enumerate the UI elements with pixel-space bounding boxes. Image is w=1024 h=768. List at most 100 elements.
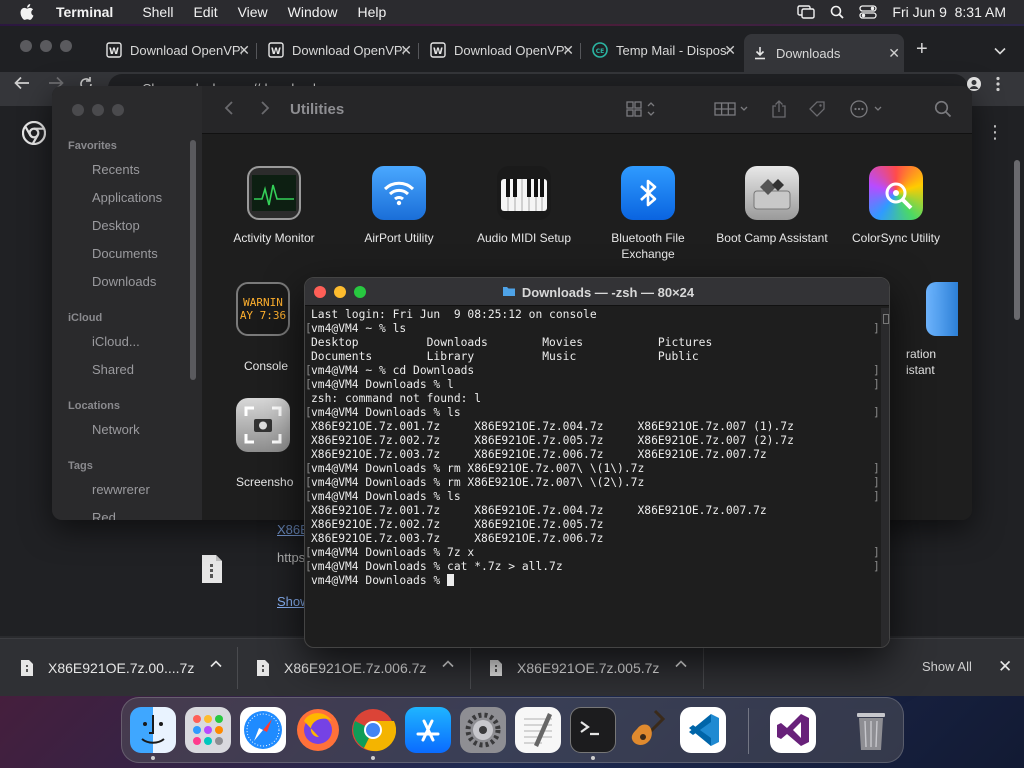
sidebar-section-tags: Tags [68, 460, 93, 472]
menu-window[interactable]: Window [288, 4, 338, 20]
tab-close-icon[interactable]: ✕ [238, 42, 250, 59]
menu-view[interactable]: View [238, 4, 268, 20]
app-activity-monitor[interactable]: Activity Monitor [214, 166, 334, 246]
sidebar-item-shared[interactable]: Shared [76, 362, 134, 377]
control-center-icon[interactable] [859, 5, 878, 19]
tab-openvpn-1[interactable]: W Download OpenVPN ✕ [98, 36, 254, 64]
sidebar-item-tag-red[interactable]: Red [76, 510, 116, 520]
file-icon [256, 659, 270, 677]
tab-openvpn-2[interactable]: W Download OpenVPN ✕ [260, 36, 416, 64]
terminal-scrollbar[interactable] [881, 308, 889, 647]
prompt-mark-left: [ [305, 546, 312, 559]
console-icon: WARNIN AY 7:36 [236, 282, 290, 336]
tab-close-icon[interactable]: ✕ [888, 45, 900, 62]
terminal-line-text: vm4@VM4 Downloads % rm X86E921OE.7z.007\… [311, 462, 645, 475]
prompt-mark-right: ] [873, 378, 880, 391]
app-boot-camp-assistant[interactable]: Boot Camp Assistant [712, 166, 832, 246]
chevron-up-icon[interactable] [210, 660, 222, 668]
sidebar-item-documents[interactable]: Documents [76, 246, 158, 261]
screen-mirroring-icon[interactable] [797, 5, 816, 19]
garageband-icon[interactable] [625, 707, 671, 753]
downloads-icon [76, 276, 90, 288]
openvpn-icon: W [106, 42, 122, 58]
window-zoom-button[interactable] [60, 40, 72, 52]
share-icon[interactable] [770, 100, 788, 118]
apple-icon[interactable] [20, 4, 36, 20]
finder-forward-icon[interactable] [260, 100, 270, 116]
sidebar-item-tag[interactable]: rewwrerer [76, 482, 150, 497]
sidebar-item-icloud-drive[interactable]: iCloud... [76, 334, 140, 349]
tab-close-icon[interactable]: ✕ [400, 42, 412, 59]
finder-minimize-button[interactable] [92, 104, 104, 116]
textedit-icon[interactable] [515, 707, 561, 753]
menu-edit[interactable]: Edit [193, 4, 217, 20]
tab-search-chevron-icon[interactable] [994, 42, 1006, 60]
finder-close-button[interactable] [72, 104, 84, 116]
sidebar-section-icloud: iCloud [68, 312, 103, 324]
app-colorsync-utility[interactable]: ColorSync Utility [836, 166, 956, 246]
menu-shell[interactable]: Shell [142, 4, 173, 20]
page-menu-kebab-icon[interactable]: ⋮ [986, 122, 1004, 143]
spotlight-search-icon[interactable] [830, 5, 845, 19]
window-minimize-button[interactable] [40, 40, 52, 52]
launchpad-icon[interactable] [185, 707, 231, 753]
vscode-icon[interactable] [680, 707, 726, 753]
chrome-logo-icon [21, 120, 47, 150]
terminal-line-text: X86E921OE.7z.003.7z X86E921OE.7z.006.7z … [311, 448, 767, 461]
new-tab-plus-icon[interactable]: + [916, 38, 928, 61]
menu-app-name[interactable]: Terminal [56, 4, 113, 20]
chevron-up-icon[interactable] [675, 660, 687, 668]
menu-help[interactable]: Help [357, 4, 386, 20]
tag-icon[interactable] [808, 100, 826, 118]
app-migration-assistant[interactable]: ration istant [906, 282, 966, 378]
terminal-icon[interactable] [570, 707, 616, 753]
finder-back-icon[interactable] [224, 100, 234, 116]
safari-icon[interactable] [240, 707, 286, 753]
tab-downloads[interactable]: Downloads ✕ [744, 34, 904, 72]
sidebar-item-downloads[interactable]: Downloads [76, 274, 156, 289]
menu-bar-clock[interactable]: Fri Jun 9 8:31 AM [892, 4, 1006, 20]
app-airport-utility[interactable]: AirPort Utility [339, 166, 459, 246]
chevron-up-icon[interactable] [442, 660, 454, 668]
finder-window-title: Utilities [290, 101, 345, 118]
app-bluetooth-file-exchange[interactable]: Bluetooth File Exchange [588, 166, 708, 262]
shelf-download-item[interactable]: X86E921OE.7z.00....7z [20, 639, 222, 697]
chrome-icon[interactable] [350, 707, 396, 753]
sidebar-item-applications[interactable]: Applications [76, 190, 162, 205]
icon-view-grid-icon[interactable] [626, 100, 656, 118]
group-by-icon[interactable] [714, 100, 750, 118]
chrome-menu-kebab-icon[interactable] [996, 76, 1000, 92]
prompt-mark-right: ] [873, 560, 880, 573]
download-url: https [277, 550, 306, 565]
trash-icon[interactable] [848, 707, 894, 753]
sidebar-item-desktop[interactable]: Desktop [76, 218, 140, 233]
tab-close-icon[interactable]: ✕ [724, 42, 736, 59]
prompt-mark-left: [ [305, 364, 312, 377]
tab-temp-mail[interactable]: CE Temp Mail - Disposable ✕ [584, 36, 740, 64]
sidebar-item-network[interactable]: Network [76, 422, 140, 437]
finder-search-icon[interactable] [934, 100, 952, 118]
sidebar-item-recents[interactable]: Recents [76, 162, 140, 177]
terminal-output[interactable]: Last login: Fri Jun 9 08:25:12 on consol… [305, 308, 880, 644]
terminal-titlebar[interactable]: Downloads — -zsh — 80×24 [305, 278, 889, 306]
finder-zoom-button[interactable] [112, 104, 124, 116]
more-actions-icon[interactable] [850, 100, 886, 118]
back-arrow-icon[interactable] [14, 76, 30, 90]
wifi-icon [372, 166, 426, 220]
window-close-button[interactable] [20, 40, 32, 52]
sidebar-scrollbar[interactable] [190, 140, 196, 380]
tab-close-icon[interactable]: ✕ [562, 42, 574, 59]
app-store-icon[interactable] [405, 707, 451, 753]
close-shelf-icon[interactable]: ✕ [998, 657, 1012, 677]
finder-icon[interactable] [130, 707, 176, 753]
page-scrollbar[interactable] [1014, 160, 1020, 320]
app-audio-midi-setup[interactable]: Audio MIDI Setup [464, 166, 584, 246]
sidebar-item-label: Shared [92, 362, 134, 377]
show-all-button[interactable]: Show All [922, 659, 972, 674]
system-settings-icon[interactable] [460, 707, 506, 753]
prompt-mark-right: ] [873, 406, 880, 419]
terminal-scrollbar-thumb[interactable] [883, 314, 889, 324]
visual-studio-icon[interactable] [770, 707, 816, 753]
tab-openvpn-3[interactable]: W Download OpenVPN ✕ [422, 36, 578, 64]
firefox-icon[interactable] [295, 707, 341, 753]
